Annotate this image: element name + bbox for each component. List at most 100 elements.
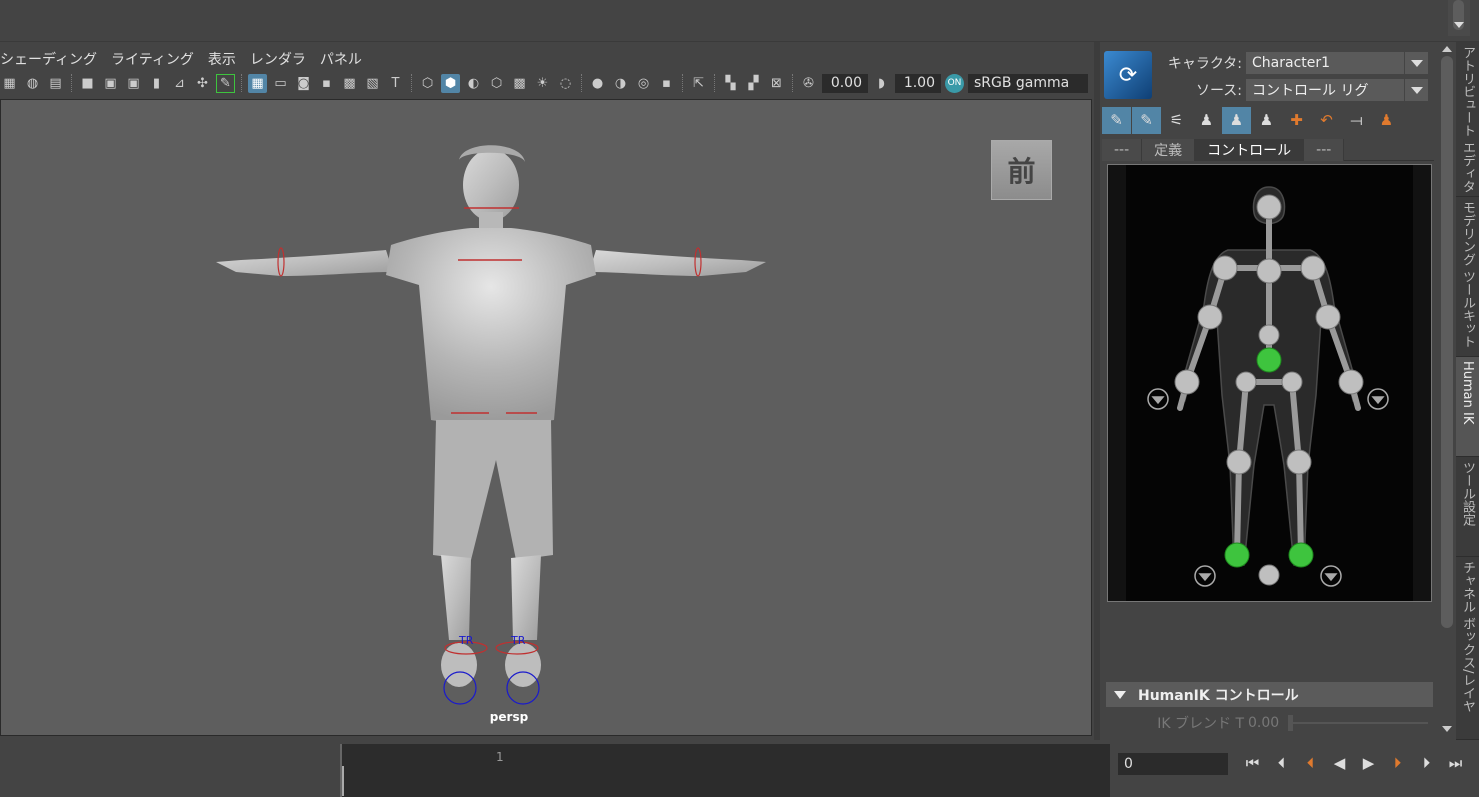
exposure-field[interactable]: 0.00 xyxy=(822,73,868,93)
gamma-icon[interactable]: ◗ xyxy=(872,74,891,93)
ik-spine-effector[interactable] xyxy=(1258,324,1280,346)
ik-right-ankle-effector-active[interactable] xyxy=(1288,542,1314,568)
view-transform-field[interactable]: sRGB gamma xyxy=(968,73,1088,93)
xray-joints-icon[interactable]: ⊠ xyxy=(767,74,786,93)
menu-show[interactable]: 表示 xyxy=(208,49,236,71)
xray-icon[interactable]: ▚ xyxy=(721,74,740,93)
xray-active-components-icon[interactable]: ▞ xyxy=(744,74,763,93)
2d-pan-zoom-icon[interactable]: ✣ xyxy=(193,74,212,93)
shadows-icon[interactable]: ◌ xyxy=(556,74,575,93)
go-to-start-icon[interactable]: ⏮ xyxy=(1238,750,1267,776)
play-backward-icon[interactable]: ◀ xyxy=(1325,750,1354,776)
full-body-icon[interactable]: ♟ xyxy=(1222,106,1251,134)
safe-title-icon[interactable]: T xyxy=(386,74,405,93)
use-all-lights-icon[interactable]: ☀ xyxy=(533,74,552,93)
tab-placeholder-left[interactable]: --- xyxy=(1102,139,1143,161)
gate-mask-icon[interactable]: ▪ xyxy=(317,74,336,93)
side-tab-modeling-toolkit[interactable]: モデリング ツールキット xyxy=(1456,197,1479,357)
camera-bookmark-icon[interactable]: ▣ xyxy=(124,74,143,93)
default-material-icon[interactable]: ◐ xyxy=(464,74,483,93)
timeline-track[interactable]: 1 xyxy=(340,744,1110,797)
release-pinning-icon[interactable]: ↶ xyxy=(1312,107,1341,134)
ik-right-hip-effector[interactable] xyxy=(1281,371,1303,393)
side-tab-tool-settings[interactable]: ツール設定 xyxy=(1456,457,1479,557)
viewcube[interactable]: 前 xyxy=(991,140,1052,200)
isolate-select-icon[interactable]: ⇱ xyxy=(689,74,708,93)
shelf-scrollbar[interactable] xyxy=(1448,0,1470,36)
show-skeleton-icon[interactable]: ✎ xyxy=(1102,106,1131,134)
current-frame-field[interactable]: 0 xyxy=(1118,753,1228,775)
scrollbar-thumb[interactable] xyxy=(1441,56,1453,628)
ik-left-hip-effector[interactable] xyxy=(1235,371,1257,393)
ik-hips-effector-active[interactable] xyxy=(1256,347,1282,373)
lock-camera-icon[interactable]: ▣ xyxy=(101,74,120,93)
scroll-down-arrow-icon[interactable] xyxy=(1454,22,1464,28)
ik-left-ankle-effector-active[interactable] xyxy=(1224,542,1250,568)
selection-only-icon[interactable]: ♟ xyxy=(1252,107,1281,134)
side-tab-channel-box-layers[interactable]: チャネル ボックス/レイヤ xyxy=(1456,557,1479,740)
field-chart-icon[interactable]: ▩ xyxy=(340,74,359,93)
bookmark-icon[interactable]: ▮ xyxy=(147,74,166,93)
play-forward-icon[interactable]: ▶ xyxy=(1354,750,1383,776)
camera-attributes-icon[interactable]: ◍ xyxy=(23,74,42,93)
humanik-scrollbar[interactable] xyxy=(1438,42,1456,740)
wireframe-on-shaded-icon[interactable]: ⬡ xyxy=(487,74,506,93)
menu-shading[interactable]: シェーディング xyxy=(0,49,97,71)
step-forward-key-icon[interactable]: ⏵ xyxy=(1383,750,1412,776)
humanik-character-figure[interactable] xyxy=(1107,164,1432,602)
collapse-triangle-icon[interactable] xyxy=(1114,690,1126,699)
step-back-icon[interactable]: ⏴ xyxy=(1267,750,1296,776)
smooth-shade-icon[interactable]: ⬢ xyxy=(441,73,460,93)
character-pose-icon[interactable]: ♟ xyxy=(1372,107,1401,134)
resolution-gate-icon[interactable]: ◙ xyxy=(294,74,313,93)
image-plane-icon[interactable]: ⊿ xyxy=(170,74,189,93)
side-tab-human-ik[interactable]: Human IK xyxy=(1456,357,1479,457)
grid-icon[interactable]: ▦ xyxy=(248,73,267,93)
ik-head-effector[interactable] xyxy=(1256,194,1282,220)
side-tab-attribute-editor[interactable]: アトリビュート エディタ xyxy=(1456,42,1479,197)
chevron-down-icon[interactable] xyxy=(1404,79,1428,101)
body-part-icon[interactable]: ♟ xyxy=(1192,107,1221,134)
ik-reference-effector[interactable] xyxy=(1258,564,1280,586)
textured-icon[interactable]: ▩ xyxy=(510,74,529,93)
humanik-controls-section[interactable]: HumanIK コントロール xyxy=(1106,682,1433,707)
menu-lighting[interactable]: ライティング xyxy=(111,49,194,71)
exposure-icon[interactable]: ✇ xyxy=(799,74,818,93)
ik-left-elbow-effector[interactable] xyxy=(1197,304,1223,330)
tab-controls[interactable]: コントロール xyxy=(1195,139,1305,161)
tab-definition[interactable]: 定義 xyxy=(1142,139,1196,161)
chevron-down-icon[interactable] xyxy=(1404,52,1428,74)
ik-right-knee-effector[interactable] xyxy=(1286,449,1312,475)
wireframe-icon[interactable]: ⬡ xyxy=(418,74,437,93)
motion-blur-icon[interactable]: ◑ xyxy=(611,74,630,93)
source-dropdown[interactable]: コントロール リグ xyxy=(1246,79,1428,101)
ik-right-wrist-effector[interactable] xyxy=(1338,369,1364,395)
ik-blend-value[interactable]: 0.00 xyxy=(1248,715,1288,731)
ik-left-wrist-effector[interactable] xyxy=(1174,369,1200,395)
tab-placeholder-right[interactable]: --- xyxy=(1304,139,1345,161)
bookmarks-icon[interactable]: ▤ xyxy=(46,74,65,93)
scroll-up-arrow-icon[interactable] xyxy=(1442,46,1452,52)
3d-viewport[interactable]: TR TR 前 persp xyxy=(0,99,1092,736)
gamma-field[interactable]: 1.00 xyxy=(895,73,941,93)
character-dropdown[interactable]: Character1 xyxy=(1246,52,1428,74)
grease-pencil-icon[interactable]: ✎ xyxy=(216,73,235,93)
depth-of-field-icon[interactable]: ▪ xyxy=(657,74,676,93)
ik-left-shoulder-effector[interactable] xyxy=(1212,255,1238,281)
ik-right-elbow-effector[interactable] xyxy=(1315,304,1341,330)
menu-renderer[interactable]: レンダラ xyxy=(250,49,306,71)
ik-blend-slider[interactable] xyxy=(1288,715,1428,731)
go-to-end-icon[interactable]: ⏭ xyxy=(1441,750,1470,776)
color-management-icon[interactable]: ON xyxy=(945,73,964,93)
step-back-key-icon[interactable]: ⏴ xyxy=(1296,750,1325,776)
pin-icon[interactable]: ⟞ xyxy=(1342,107,1371,134)
camera-icon[interactable]: ■ xyxy=(78,74,97,93)
multisample-aa-icon[interactable]: ◎ xyxy=(634,74,653,93)
step-forward-icon[interactable]: ⏵ xyxy=(1412,750,1441,776)
film-gate-icon[interactable]: ▭ xyxy=(271,74,290,93)
character-model[interactable]: TR TR xyxy=(1,100,1092,736)
skeleton-visibility-icon[interactable]: ⚟ xyxy=(1162,107,1191,134)
show-control-rig-icon[interactable]: ✎ xyxy=(1132,106,1161,134)
screen-space-ao-icon[interactable]: ● xyxy=(588,74,607,93)
current-time-indicator[interactable] xyxy=(342,766,344,796)
